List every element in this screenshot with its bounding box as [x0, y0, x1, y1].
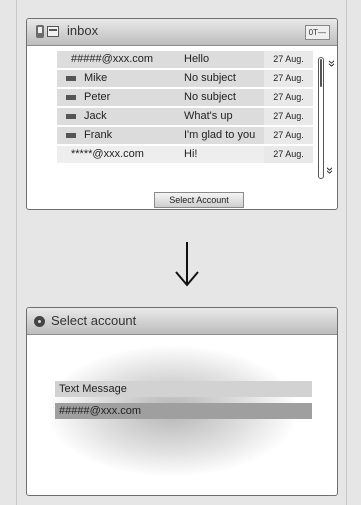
mail-date: 27 Aug.	[264, 51, 313, 68]
mail-subject: No subject	[184, 72, 236, 84]
status-indicator: 0T—	[304, 25, 330, 40]
mail-sender: Peter	[84, 91, 111, 103]
select-account-title: Select account	[51, 313, 137, 328]
mail-subject: Hello	[184, 53, 210, 65]
mail-row[interactable]: *****@xxx.com Hi! 27 Aug.	[57, 146, 313, 163]
account-option-email[interactable]: #####@xxx.com	[55, 403, 312, 419]
scroll-down-icon[interactable]: »	[323, 167, 337, 174]
mail-subject: What's up	[184, 110, 233, 122]
envelope-icon	[66, 133, 76, 138]
mail-row[interactable]: Jack What's up 27 Aug.	[57, 108, 313, 125]
mail-date: 27 Aug.	[264, 146, 313, 163]
envelope-icon	[66, 76, 76, 81]
mail-sender: Mike	[84, 72, 108, 84]
inbox-title: inbox	[67, 23, 99, 38]
phone-icon	[36, 25, 44, 38]
select-account-titlebar: Select account	[27, 308, 337, 335]
mail-date: 27 Aug.	[264, 70, 313, 87]
scrollbar-thumb[interactable]	[320, 59, 322, 87]
mail-row[interactable]: Peter No subject 27 Aug.	[57, 89, 313, 106]
select-account-button[interactable]: Select Account	[154, 192, 244, 208]
mail-sender: *****@xxx.com	[71, 148, 144, 160]
inbox-titlebar: inbox 0T—	[27, 19, 337, 46]
envelope-icon	[66, 114, 76, 119]
inbox-icon	[47, 26, 59, 37]
inbox-screen: inbox 0T— #####@xxx.com Hello 27 Aug. Mi…	[26, 18, 338, 210]
mail-date: 27 Aug.	[264, 127, 313, 144]
mail-sender: Frank	[84, 129, 113, 141]
select-account-screen: Select account Text Message #####@xxx.co…	[26, 307, 338, 496]
mail-row[interactable]: Frank I'm glad to you 27 Aug.	[57, 127, 313, 144]
mail-date: 27 Aug.	[264, 89, 313, 106]
mail-row[interactable]: #####@xxx.com Hello 27 Aug.	[57, 51, 313, 68]
mail-sender: #####@xxx.com	[71, 53, 154, 65]
envelope-icon	[66, 95, 76, 100]
scroll-up-icon[interactable]: «	[323, 60, 337, 67]
mail-row[interactable]: Mike No subject 27 Aug.	[57, 70, 313, 87]
mail-subject: Hi!	[184, 148, 198, 160]
gear-icon	[34, 316, 45, 327]
mail-subject: No subject	[184, 91, 236, 103]
mail-list: #####@xxx.com Hello 27 Aug. Mike No subj…	[57, 51, 313, 165]
mail-sender: Jack	[84, 110, 107, 122]
mail-date: 27 Aug.	[264, 108, 313, 125]
arrow-down-icon	[175, 242, 199, 287]
scrollbar[interactable]	[318, 57, 324, 179]
mail-subject: I'm glad to you	[184, 129, 256, 141]
account-option-text-message[interactable]: Text Message	[55, 381, 312, 397]
